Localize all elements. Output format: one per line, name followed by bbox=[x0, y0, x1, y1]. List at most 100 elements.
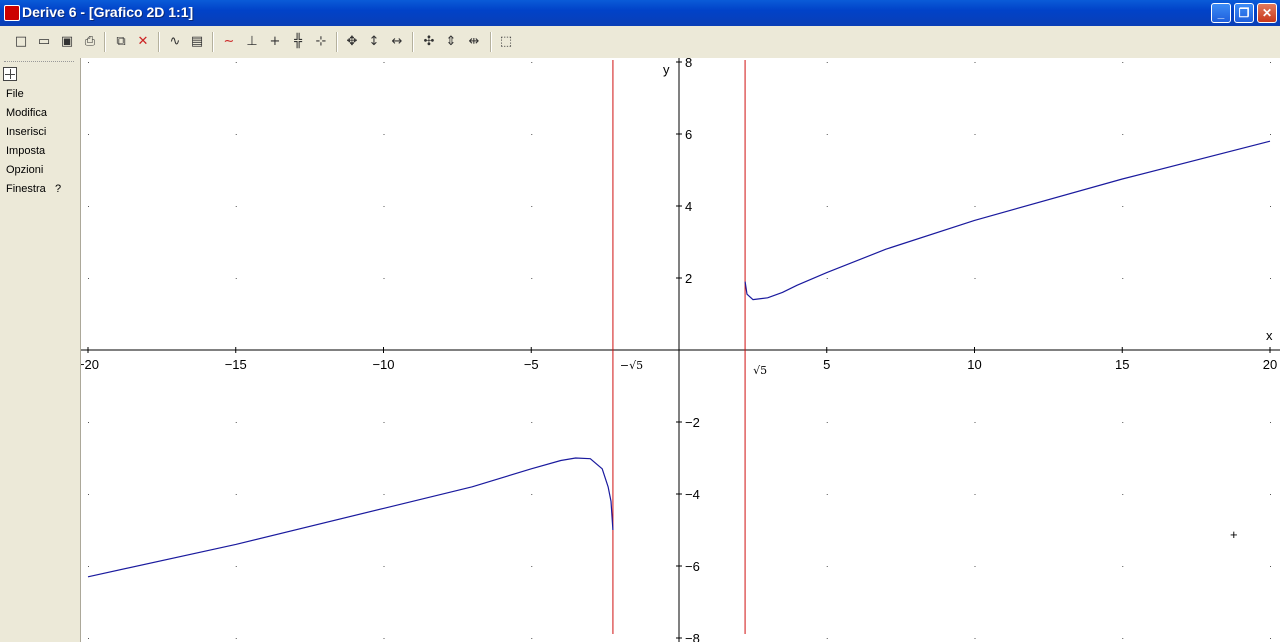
plot-area[interactable]: −20 −15 −10 −5 5 10 15 20 −8 −6 −4 −2 2 4 6 8 −√5 √5 x y… bbox=[81, 58, 1280, 642]
crosshair-icon[interactable]: + bbox=[265, 32, 285, 52]
y-tick-label: −6 bbox=[685, 559, 700, 574]
menu-help[interactable]: ? bbox=[55, 183, 61, 195]
grid-dot bbox=[974, 494, 976, 495]
asymptote-label: √5 bbox=[753, 364, 767, 377]
x-tick-label: −20 bbox=[81, 357, 99, 372]
panel-grabber[interactable] bbox=[4, 61, 74, 62]
grid-dot bbox=[235, 494, 237, 495]
new-icon[interactable]: □ bbox=[11, 32, 31, 52]
x-tick-label: −15 bbox=[225, 357, 247, 372]
zoom-vertical-icon[interactable]: ⇕ bbox=[441, 32, 461, 52]
grid-dot bbox=[88, 638, 89, 639]
crosshair-cursor: + bbox=[1230, 527, 1238, 542]
grid-dot bbox=[531, 422, 533, 423]
menu-opzioni[interactable]: Opzioni bbox=[6, 164, 43, 176]
delete-icon[interactable]: ✕ bbox=[133, 32, 153, 52]
grid-dot bbox=[826, 494, 828, 495]
grid-dot bbox=[235, 638, 237, 639]
vertical-move-icon[interactable]: ↕ bbox=[364, 32, 384, 52]
copy-icon[interactable]: ⧉ bbox=[111, 32, 131, 52]
graph-icon[interactable]: ∼ bbox=[219, 32, 239, 52]
plot-window-icon[interactable] bbox=[3, 67, 17, 81]
y-tick-label: 6 bbox=[685, 127, 692, 142]
grid-dot bbox=[383, 62, 385, 63]
derive-app-icon[interactable] bbox=[4, 5, 20, 21]
menu-panel: File Modifica Inserisci Imposta Opzioni … bbox=[0, 58, 81, 642]
grid-dot bbox=[826, 278, 828, 279]
grid-dot bbox=[1122, 638, 1124, 639]
grid-dot bbox=[1122, 206, 1124, 207]
menu-finestra[interactable]: Finestra bbox=[6, 183, 46, 195]
minimize-button[interactable]: _ bbox=[1211, 3, 1231, 23]
x-tick-label: −5 bbox=[524, 357, 539, 372]
maximize-button[interactable]: ❐ bbox=[1234, 3, 1254, 23]
grid-dot bbox=[974, 638, 976, 639]
menu-modifica[interactable]: Modifica bbox=[6, 107, 47, 119]
grid-dot bbox=[826, 134, 828, 135]
grid-dot bbox=[974, 62, 976, 63]
grid-dot bbox=[1270, 206, 1271, 207]
grid-dot bbox=[88, 206, 89, 207]
grid-dot bbox=[88, 566, 89, 567]
grid-dot bbox=[88, 494, 89, 495]
annotate-icon[interactable]: ▤ bbox=[187, 32, 207, 52]
y-tick-label: 4 bbox=[685, 199, 692, 214]
close-button[interactable]: ✕ bbox=[1257, 3, 1277, 23]
grid-dot bbox=[1270, 638, 1271, 639]
grid-dot bbox=[826, 638, 828, 639]
title-bar[interactable]: Derive 6 - [Grafico 2D 1:1] _ ❐ ✕ bbox=[0, 0, 1280, 26]
menu-imposta[interactable]: Imposta bbox=[6, 145, 45, 157]
grid-dot bbox=[974, 278, 976, 279]
grid-dot bbox=[1270, 494, 1271, 495]
graph-canvas[interactable]: −20 −15 −10 −5 5 10 15 20 −8 −6 −4 −2 2 4 6 8 −√5 √5 x y… bbox=[81, 58, 1280, 642]
y-tick-label: −2 bbox=[685, 415, 700, 430]
grid-dot bbox=[974, 206, 976, 207]
grid-dot bbox=[1122, 278, 1124, 279]
axes-icon[interactable]: ⊥ bbox=[242, 32, 262, 52]
pan-icon[interactable]: ✥ bbox=[342, 32, 362, 52]
grid-dot bbox=[1122, 566, 1124, 567]
grid-dot bbox=[383, 278, 385, 279]
grid-dot bbox=[88, 278, 89, 279]
grid-dot bbox=[826, 206, 828, 207]
x-tick-label: 15 bbox=[1115, 357, 1129, 372]
asymptotes: −√5 √5 bbox=[612, 60, 767, 634]
toolbar: □ ▭ ▣ ⎙ ⧉ ✕ ∿ ▤ ∼ ⊥ + ╬ ⊹ ✥ ↕ ↔ ✣ ⇕ ⇹ ⬚ bbox=[0, 26, 1280, 59]
grid-dot bbox=[1270, 278, 1271, 279]
grid-dot bbox=[235, 206, 237, 207]
grid-dot bbox=[235, 278, 237, 279]
grid-dot bbox=[383, 566, 385, 567]
grid-dot bbox=[1270, 566, 1271, 567]
grid-dot bbox=[1122, 422, 1124, 423]
zoom-horizontal-icon[interactable]: ⇹ bbox=[464, 32, 484, 52]
grid-dot bbox=[826, 422, 828, 423]
trace-icon[interactable]: ⊹ bbox=[311, 32, 331, 52]
grid-dot bbox=[531, 638, 533, 639]
grid-dot bbox=[826, 566, 828, 567]
x-tick-label: 10 bbox=[967, 357, 981, 372]
y-tick-label: 8 bbox=[685, 58, 692, 70]
grid-dot bbox=[1270, 62, 1271, 63]
grid-dot bbox=[1270, 134, 1271, 135]
print-icon[interactable]: ⎙ bbox=[80, 32, 100, 52]
save-icon[interactable]: ▣ bbox=[57, 32, 77, 52]
y-axis-label: y bbox=[663, 62, 670, 77]
grid-dot bbox=[235, 566, 237, 567]
open-icon[interactable]: ▭ bbox=[34, 32, 54, 52]
grid-dot bbox=[531, 206, 533, 207]
menu-file[interactable]: File bbox=[6, 88, 24, 100]
zoom-in-icon[interactable]: ✣ bbox=[419, 32, 439, 52]
grid-dot bbox=[383, 494, 385, 495]
select-range-icon[interactable]: ⬚ bbox=[496, 32, 516, 52]
x-tick-label: 5 bbox=[823, 357, 830, 372]
menu-inserisci[interactable]: Inserisci bbox=[6, 126, 46, 138]
grid-dot bbox=[974, 134, 976, 135]
plot-icon[interactable]: ∿ bbox=[165, 32, 185, 52]
grid-dot bbox=[383, 206, 385, 207]
grid-icon[interactable]: ╬ bbox=[288, 32, 308, 52]
horizontal-move-icon[interactable]: ↔ bbox=[387, 32, 407, 52]
grid-dot bbox=[235, 62, 237, 63]
grid-dot bbox=[88, 422, 89, 423]
grid-dot bbox=[826, 62, 828, 63]
x-tick-label: −10 bbox=[372, 357, 394, 372]
